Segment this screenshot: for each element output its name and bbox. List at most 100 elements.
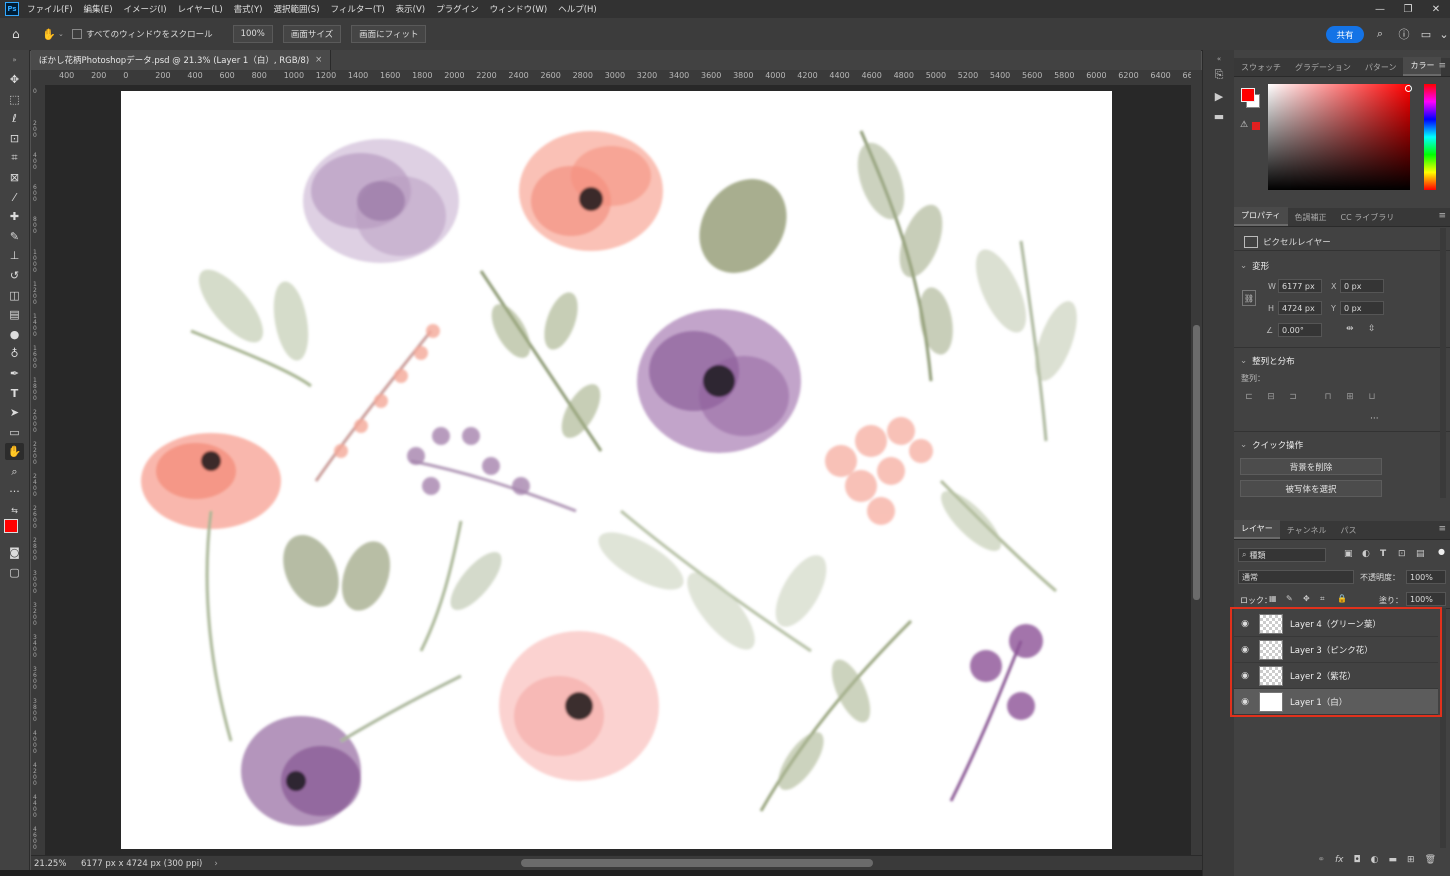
share-button[interactable]: 共有: [1326, 26, 1364, 43]
hand-tool-icon[interactable]: ✋: [42, 28, 56, 41]
move-tool-icon[interactable]: ✥: [5, 71, 24, 88]
tab-color[interactable]: カラー: [1403, 57, 1442, 76]
y-field[interactable]: 0 px: [1340, 301, 1384, 315]
object-select-tool-icon[interactable]: ⊡: [5, 130, 24, 147]
vertical-scrollbar[interactable]: [1191, 70, 1202, 855]
lasso-tool-icon[interactable]: ℓ: [5, 110, 24, 127]
more-options-icon[interactable]: ···: [1370, 414, 1379, 424]
gradient-tool-icon[interactable]: ▤: [5, 306, 24, 323]
brush-tool-icon[interactable]: ✎: [5, 228, 24, 245]
flip-horizontal-icon[interactable]: ⇹: [1346, 324, 1354, 334]
filter-shape-icon[interactable]: ⊡: [1398, 549, 1406, 559]
panel-menu-icon[interactable]: ≡: [1438, 61, 1446, 71]
comments-panel-icon[interactable]: ▬: [1211, 108, 1227, 124]
gamut-warning-icon[interactable]: ⚠: [1240, 120, 1248, 130]
collapse-toolbar-icon[interactable]: »: [5, 51, 24, 68]
type-tool-icon[interactable]: T: [5, 385, 24, 402]
menu-window[interactable]: ウィンドウ(W): [490, 3, 548, 15]
menu-type[interactable]: 書式(Y): [234, 3, 263, 15]
tab-properties[interactable]: プロパティ: [1234, 207, 1288, 226]
history-panel-icon[interactable]: ⎘: [1211, 67, 1227, 83]
delete-layer-icon[interactable]: 🗑: [1425, 855, 1436, 865]
menu-image[interactable]: イメージ(I): [124, 3, 167, 15]
history-brush-tool-icon[interactable]: ↺: [5, 267, 24, 284]
tab-cc-libraries[interactable]: CC ライブラリ: [1334, 209, 1402, 226]
filter-adjustment-icon[interactable]: ◐: [1362, 549, 1370, 559]
blend-mode-select[interactable]: 通常: [1238, 570, 1354, 584]
add-mask-icon[interactable]: ◘: [1354, 855, 1361, 865]
menu-select[interactable]: 選択範囲(S): [273, 3, 319, 15]
link-icon[interactable]: ⛓: [1242, 290, 1256, 306]
default-colors-icon[interactable]: ⇆: [5, 502, 24, 519]
hand-tool-icon[interactable]: ✋: [5, 443, 24, 460]
tab-patterns[interactable]: パターン: [1358, 59, 1404, 76]
crop-tool-icon[interactable]: ⌗: [5, 149, 24, 166]
search-icon[interactable]: ⌕: [1373, 27, 1387, 41]
tab-swatches[interactable]: スウォッチ: [1234, 59, 1288, 76]
tab-paths[interactable]: パス: [1334, 522, 1364, 539]
tab-channels[interactable]: チャンネル: [1280, 522, 1334, 539]
healing-brush-tool-icon[interactable]: ✚: [5, 208, 24, 225]
angle-field[interactable]: 0.00°: [1278, 323, 1322, 337]
adjustment-layer-icon[interactable]: ◐: [1371, 855, 1379, 865]
lock-image-icon[interactable]: ✎: [1286, 594, 1293, 603]
new-group-icon[interactable]: ▬: [1389, 855, 1398, 865]
actions-panel-icon[interactable]: ▶: [1211, 88, 1227, 104]
restore-icon[interactable]: ❐: [1394, 0, 1422, 18]
menu-plugins[interactable]: プラグイン: [436, 3, 479, 15]
lock-position-icon[interactable]: ✥: [1303, 594, 1310, 603]
align-bottom-icon[interactable]: ⊔: [1367, 392, 1377, 402]
color-picker-cursor[interactable]: [1405, 85, 1412, 92]
dodge-tool-icon[interactable]: ♁: [5, 345, 24, 362]
gamut-swatch[interactable]: [1252, 122, 1260, 130]
workspace-icon[interactable]: ▭: [1419, 27, 1433, 41]
x-field[interactable]: 0 px: [1340, 279, 1384, 293]
lock-transparent-icon[interactable]: ▦: [1269, 594, 1277, 603]
document-canvas[interactable]: [121, 91, 1112, 849]
align-top-icon[interactable]: ⊓: [1323, 392, 1333, 402]
filter-toggle-icon[interactable]: ●: [1438, 547, 1445, 556]
more-tools-icon[interactable]: ···: [5, 483, 24, 500]
workspace-chevron-icon[interactable]: ⌄: [1437, 27, 1450, 41]
properties-scrollbar[interactable]: [1440, 228, 1446, 498]
select-subject-button[interactable]: 被写体を選択: [1240, 480, 1382, 497]
opacity-field[interactable]: 100%: [1406, 570, 1446, 584]
tab-layers[interactable]: レイヤー: [1234, 520, 1280, 539]
screen-mode-icon[interactable]: ▢: [5, 564, 24, 581]
quick-mask-icon[interactable]: ◙: [5, 544, 24, 561]
status-chevron-icon[interactable]: ›: [214, 859, 217, 869]
fx-icon[interactable]: fx: [1335, 855, 1344, 865]
scroll-all-windows-checkbox[interactable]: すべてのウィンドウをスクロール: [72, 28, 213, 40]
fill-field[interactable]: 100%: [1406, 592, 1446, 606]
vertical-scroll-thumb[interactable]: [1193, 325, 1200, 600]
height-field[interactable]: 4724 px: [1278, 301, 1322, 315]
transform-section-header[interactable]: ⌄ 変形: [1240, 260, 1269, 272]
flip-vertical-icon[interactable]: ⇳: [1368, 324, 1376, 334]
eraser-tool-icon[interactable]: ◫: [5, 287, 24, 304]
filter-type-icon[interactable]: T: [1380, 549, 1386, 559]
chevron-down-icon[interactable]: ⌄: [58, 30, 66, 38]
color-foreground-swatch[interactable]: [1241, 88, 1255, 102]
filter-smart-object-icon[interactable]: ▤: [1416, 549, 1425, 559]
menu-layer[interactable]: レイヤー(L): [178, 3, 223, 15]
panel-menu-icon[interactable]: ≡: [1438, 524, 1446, 534]
screen-size-button[interactable]: 画面サイズ: [282, 25, 342, 43]
collapse-dock-icon[interactable]: «: [1211, 51, 1227, 67]
quick-actions-section-header[interactable]: ⌄ クイック操作: [1240, 439, 1303, 451]
link-layers-icon[interactable]: ⚭: [1317, 855, 1325, 865]
horizontal-scroll-thumb[interactable]: [521, 859, 873, 867]
stamp-tool-icon[interactable]: ⊥: [5, 247, 24, 264]
menu-file[interactable]: ファイル(F): [27, 3, 73, 15]
align-right-icon[interactable]: ⊐: [1288, 392, 1298, 402]
close-tab-icon[interactable]: ×: [315, 55, 322, 65]
align-center-h-icon[interactable]: ⊟: [1266, 392, 1276, 402]
width-field[interactable]: 6177 px: [1278, 279, 1322, 293]
new-layer-icon[interactable]: ⊞: [1407, 855, 1415, 865]
canvas-area[interactable]: [45, 85, 1191, 855]
menu-filter[interactable]: フィルター(T): [331, 3, 385, 15]
tab-gradients[interactable]: グラデーション: [1288, 59, 1358, 76]
frame-tool-icon[interactable]: ⊠: [5, 169, 24, 186]
remove-background-button[interactable]: 背景を削除: [1240, 458, 1382, 475]
marquee-tool-icon[interactable]: ⬚: [5, 91, 24, 108]
home-icon[interactable]: ⌂: [12, 27, 28, 41]
